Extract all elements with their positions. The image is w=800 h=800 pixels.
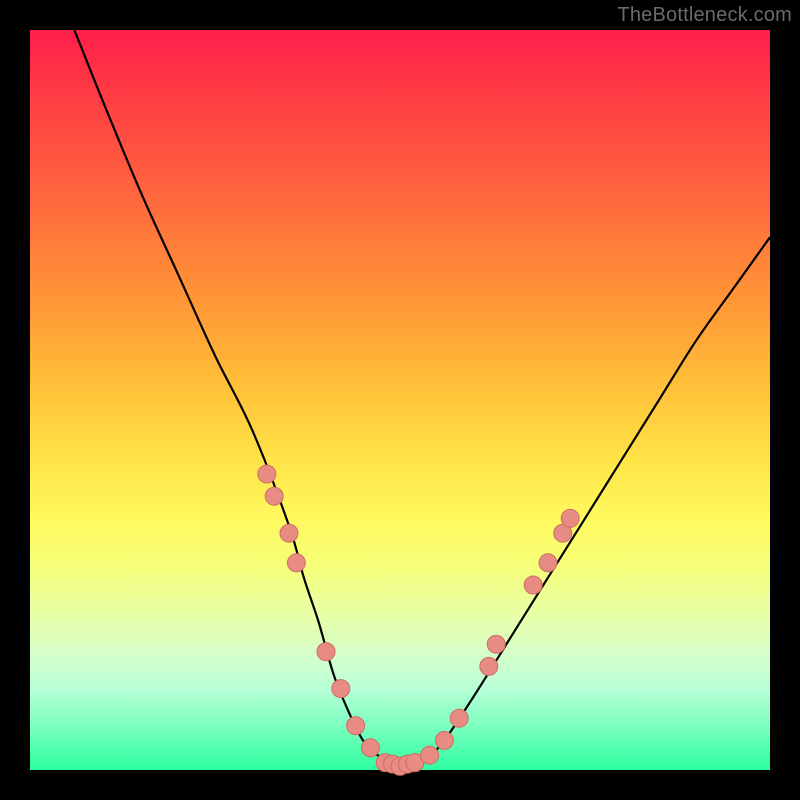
data-marker — [435, 731, 453, 749]
data-marker — [280, 524, 298, 542]
data-marker — [539, 554, 557, 572]
data-marker — [317, 643, 335, 661]
data-marker — [450, 709, 468, 727]
data-marker — [361, 739, 379, 757]
bottleneck-curve — [74, 30, 770, 766]
data-marker — [561, 509, 579, 527]
data-marker — [258, 465, 276, 483]
data-marker — [287, 554, 305, 572]
data-marker — [487, 635, 505, 653]
watermark-text: TheBottleneck.com — [617, 4, 792, 27]
data-marker — [480, 657, 498, 675]
plot-area — [30, 30, 770, 770]
chart-frame: TheBottleneck.com — [0, 0, 800, 800]
data-marker — [347, 717, 365, 735]
data-markers — [258, 465, 579, 775]
curve-svg — [30, 30, 770, 770]
data-marker — [332, 680, 350, 698]
data-marker — [421, 746, 439, 764]
data-marker — [265, 487, 283, 505]
data-marker — [524, 576, 542, 594]
